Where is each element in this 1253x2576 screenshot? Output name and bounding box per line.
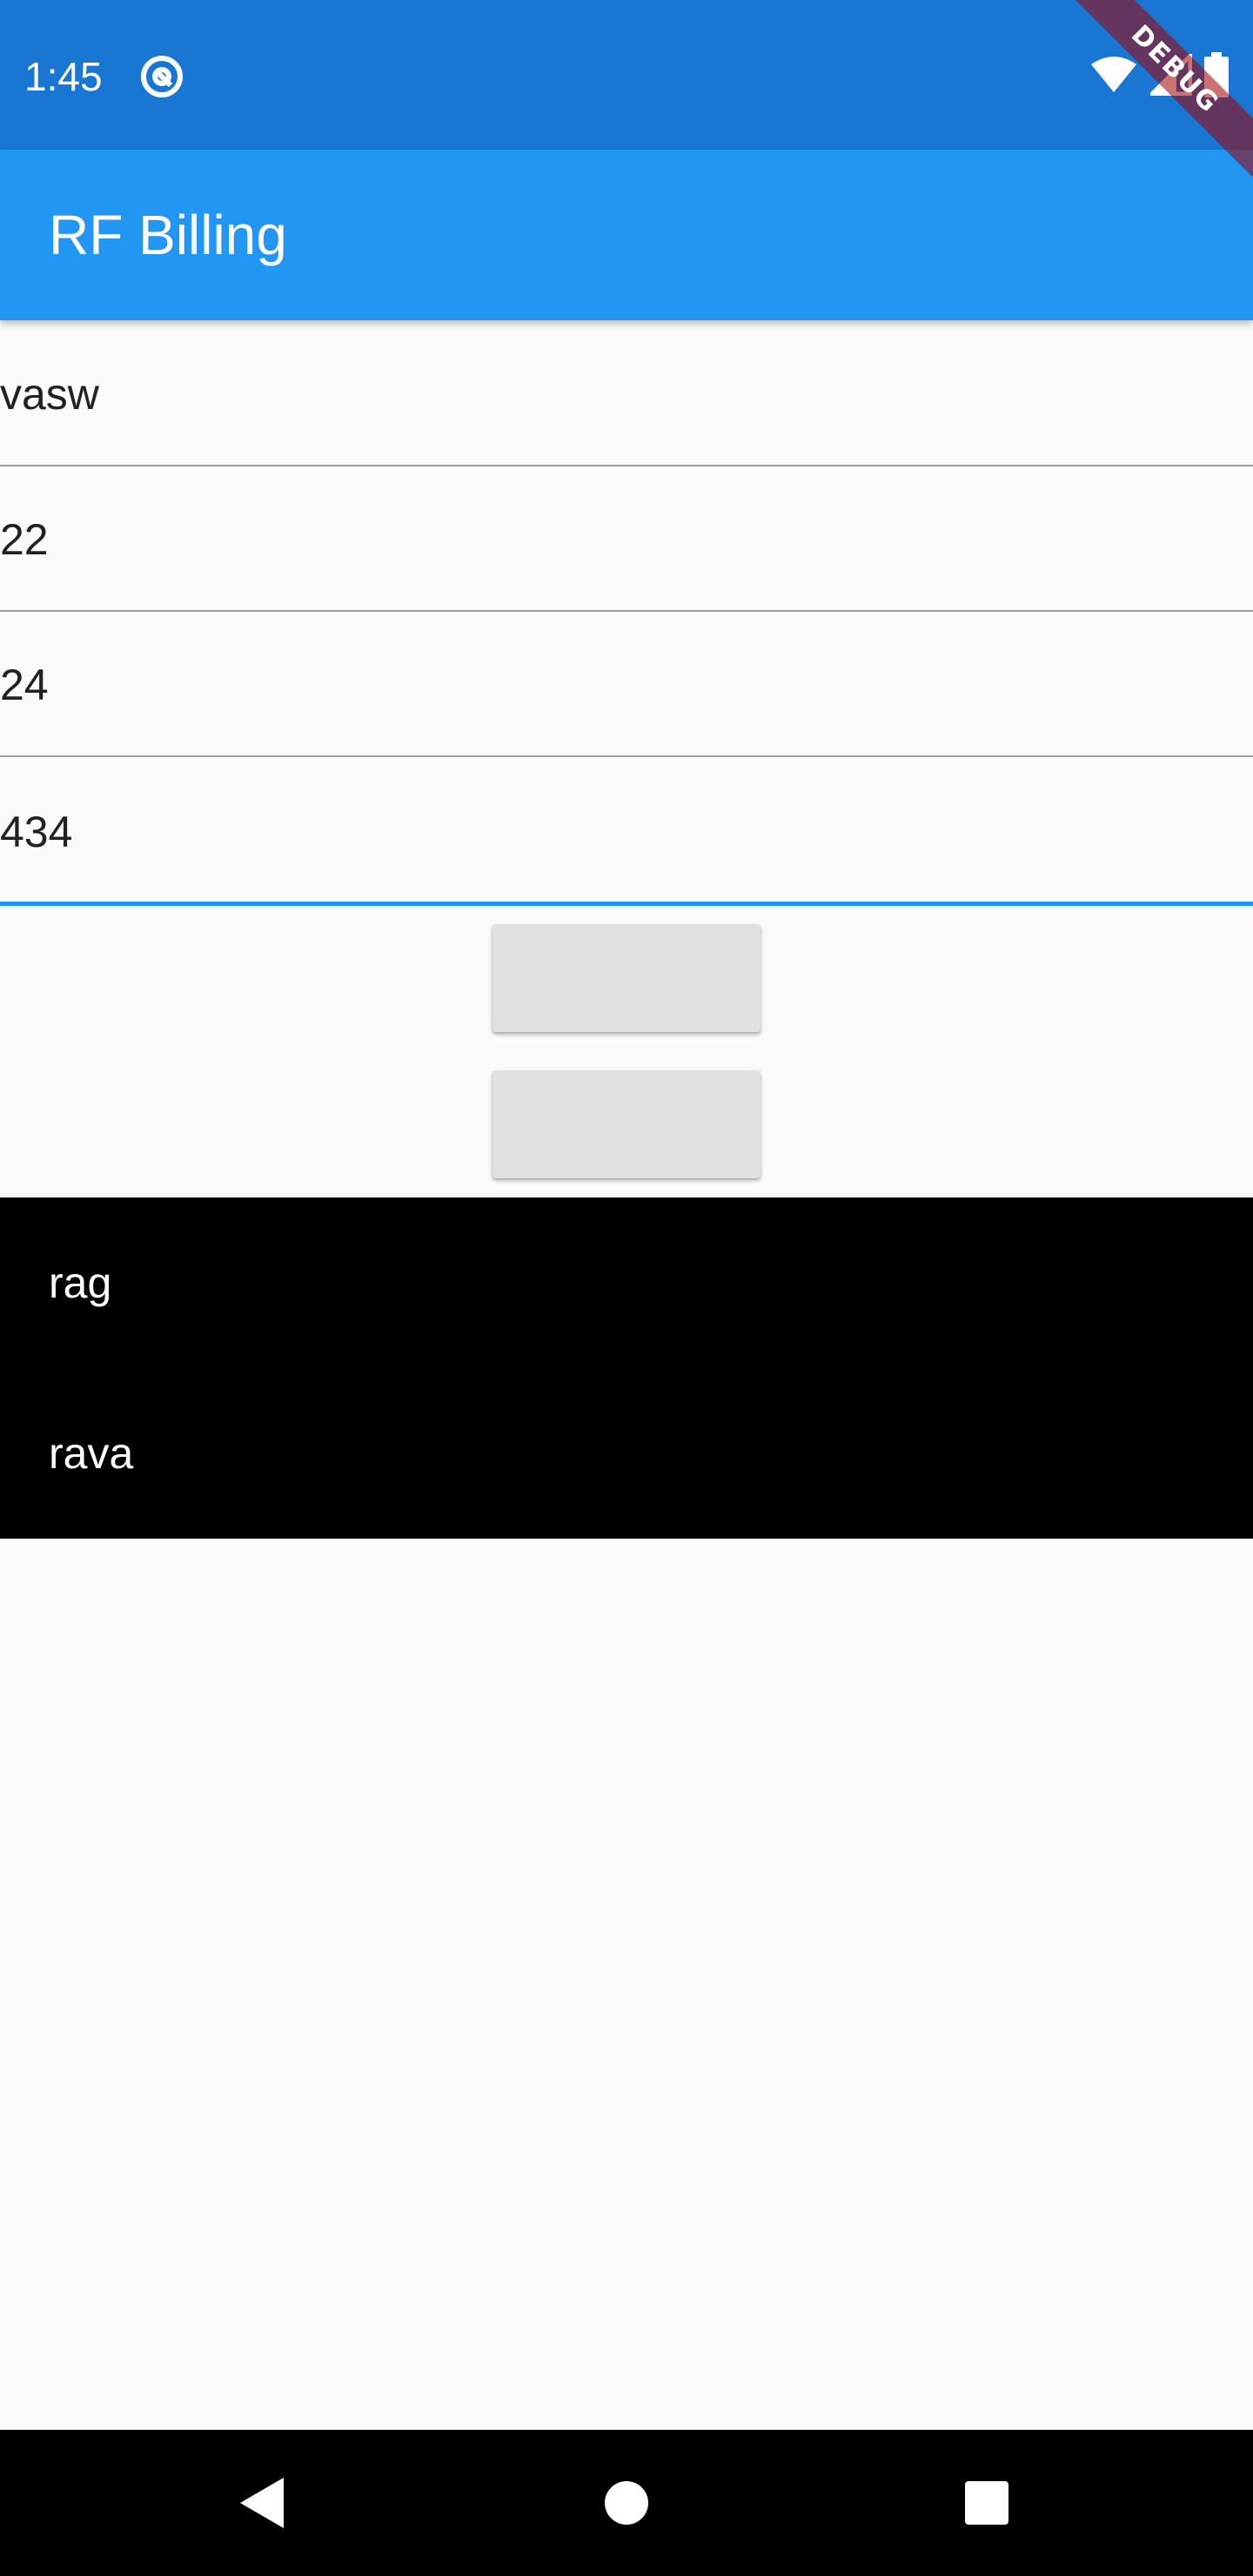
text-field-value[interactable]: vasw xyxy=(0,322,99,466)
list-item[interactable]: rava xyxy=(0,1368,1253,1539)
home-button[interactable] xyxy=(583,2459,670,2546)
raised-button-1[interactable] xyxy=(492,924,761,1032)
item-list: rag rava xyxy=(0,1197,1253,1539)
status-bar: 1:45 DEBUG xyxy=(0,0,1253,178)
app-bar: RF Billing xyxy=(0,150,1253,320)
text-field-value[interactable]: 24 xyxy=(0,613,49,757)
raised-button-2[interactable] xyxy=(492,1070,761,1178)
wifi-icon xyxy=(1091,57,1136,92)
at-sign-icon xyxy=(141,56,183,97)
text-field-3[interactable]: 24 xyxy=(0,613,1253,757)
back-button[interactable] xyxy=(218,2459,305,2546)
text-field-value[interactable]: 22 xyxy=(0,467,49,612)
text-field-value[interactable]: 434 xyxy=(0,758,72,906)
navigation-bar xyxy=(0,2430,1253,2576)
app-title: RF Billing xyxy=(49,204,287,266)
recents-button[interactable] xyxy=(943,2459,1030,2546)
text-field-1[interactable]: vasw xyxy=(0,322,1253,466)
app-screen: 1:45 DEBUG RF Billing vasw 22 24 434 rag… xyxy=(0,0,1253,2576)
text-field-2[interactable]: 22 xyxy=(0,467,1253,612)
list-item-label: rava xyxy=(49,1429,134,1478)
recents-icon xyxy=(965,2481,1008,2525)
list-item[interactable]: rag xyxy=(0,1197,1253,1368)
list-item-label: rag xyxy=(49,1258,112,1307)
text-field-4[interactable]: 434 xyxy=(0,758,1253,906)
status-time: 1:45 xyxy=(24,54,103,99)
back-icon xyxy=(240,2478,284,2528)
home-icon xyxy=(605,2481,648,2525)
